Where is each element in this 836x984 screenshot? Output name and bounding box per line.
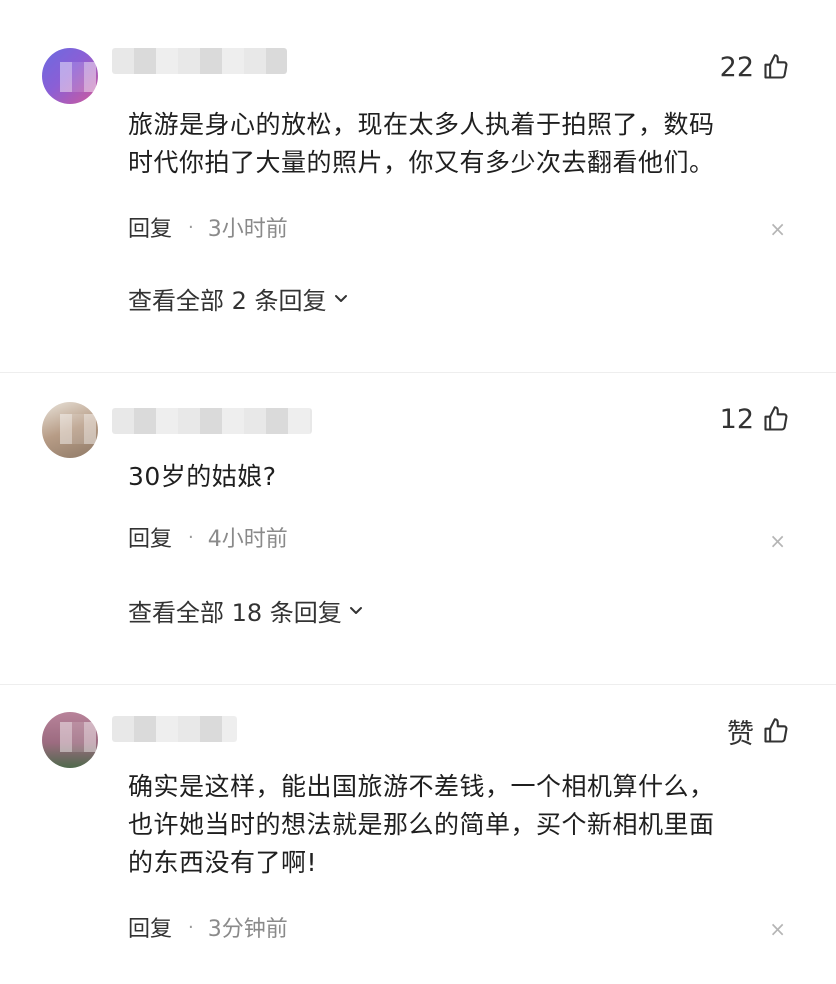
comment-text: 旅游是身心的放松，现在太多人执着于拍照了，数码 时代你拍了大量的照片，你又有多少…	[128, 106, 798, 182]
reply-button[interactable]: 回复	[128, 911, 172, 943]
thumb-up-icon	[764, 718, 788, 743]
like-count: 赞	[727, 718, 754, 750]
like-count: 12	[719, 403, 754, 435]
like-button[interactable]: 22	[720, 50, 790, 84]
view-all-replies-label: 查看全部 2 条回复	[128, 286, 327, 315]
meta-separator: ·	[188, 216, 194, 238]
comment-text-line: 的东西没有了啊!	[128, 848, 318, 877]
comment-meta: 回复 · 3小时前	[128, 211, 288, 243]
view-all-replies-button[interactable]: 查看全部 18 条回复	[128, 593, 364, 627]
avatar-mosaic	[60, 722, 96, 752]
close-icon[interactable]: ×	[769, 529, 786, 553]
comment-meta: 回复 · 4小时前	[128, 521, 288, 553]
chevron-down-icon	[349, 607, 362, 614]
username-redacted[interactable]	[112, 48, 287, 74]
comment-text-line: 确实是这样，能出国旅游不差钱，一个相机算什么，	[128, 772, 715, 801]
avatar-mosaic	[60, 414, 96, 444]
comment-text-line: 也许她当时的想法就是那么的简单，买个新相机里面	[128, 810, 715, 839]
thumb-up-icon	[764, 54, 788, 79]
comment-text-line: 旅游是身心的放松，现在太多人执着于拍照了，数码	[128, 110, 715, 139]
username-redacted[interactable]	[112, 716, 237, 742]
username-redacted[interactable]	[112, 408, 312, 434]
meta-separator: ·	[188, 916, 194, 938]
reply-button[interactable]: 回复	[128, 521, 172, 553]
chevron-down-icon	[334, 295, 347, 302]
like-button[interactable]: 赞	[727, 714, 790, 750]
comment-time: 3分钟前	[207, 917, 288, 942]
comment-text: 30岁的姑娘?	[128, 458, 798, 496]
divider	[0, 372, 836, 373]
comment-meta: 回复 · 3分钟前	[128, 911, 288, 943]
reply-button[interactable]: 回复	[128, 211, 172, 243]
comment-text-line: 时代你拍了大量的照片，你又有多少次去翻看他们。	[128, 148, 715, 177]
view-all-replies-label: 查看全部 18 条回复	[128, 598, 342, 627]
comment-text-line: 30岁的姑娘?	[128, 462, 277, 491]
thumb-up-icon	[764, 406, 788, 431]
comment-text: 确实是这样，能出国旅游不差钱，一个相机算什么， 也许她当时的想法就是那么的简单，…	[128, 768, 798, 882]
divider	[0, 684, 836, 685]
close-icon[interactable]: ×	[769, 917, 786, 941]
view-all-replies-button[interactable]: 查看全部 2 条回复	[128, 281, 349, 315]
comment-time: 3小时前	[207, 217, 288, 242]
meta-separator: ·	[188, 526, 194, 548]
like-count: 22	[719, 51, 754, 83]
close-icon[interactable]: ×	[769, 217, 786, 241]
comment-time: 4小时前	[207, 527, 288, 552]
avatar-mosaic	[60, 62, 96, 92]
like-button[interactable]: 12	[720, 402, 790, 436]
